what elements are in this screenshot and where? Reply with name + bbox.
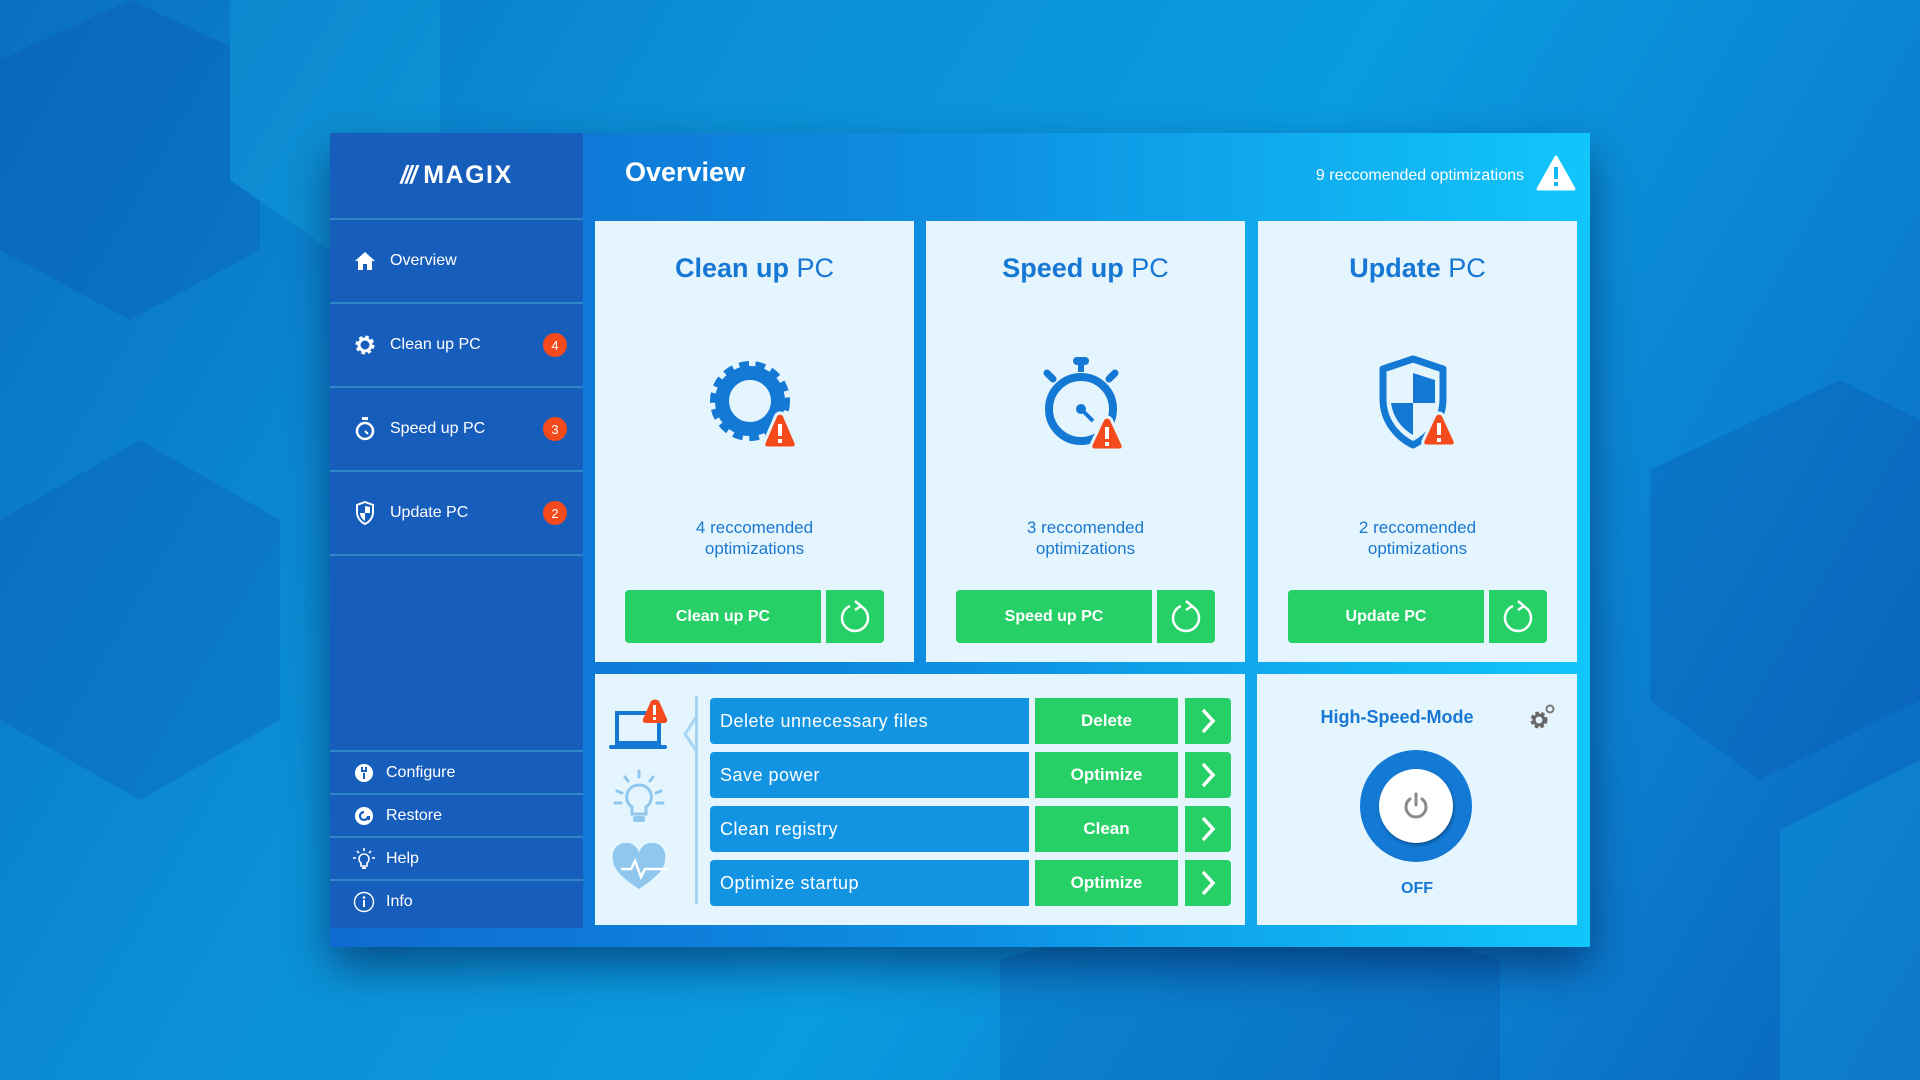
clean-up-card: Clean up PC 4 reccomended optimizations C… <box>595 221 914 662</box>
task-action-button[interactable]: Optimize <box>1035 752 1178 798</box>
sidebar-item-clean-up[interactable]: Clean up PC 4 <box>330 304 583 388</box>
chevron-right-icon <box>1201 708 1216 734</box>
sidebar: /// MAGIX Overview Clean up PC 4 Speed u… <box>330 133 583 928</box>
card-title: Update PC <box>1349 253 1486 283</box>
high-speed-mode-panel: High-Speed-Mode OFF <box>1257 674 1577 925</box>
quick-tasks-panel: Delete unnecessary files Delete Save pow… <box>595 674 1245 925</box>
refresh-button[interactable] <box>1489 590 1547 643</box>
lightbulb-icon <box>352 847 376 871</box>
task-details-button[interactable] <box>1185 860 1231 906</box>
refresh-button[interactable] <box>1157 590 1215 643</box>
task-action-button[interactable]: Clean <box>1035 806 1178 852</box>
lightbulb-icon <box>613 769 665 822</box>
speed-up-card: Speed up PC 3 reccomended optimizations S… <box>926 221 1245 662</box>
gears-icon <box>1530 704 1555 729</box>
high-speed-mode-title: High-Speed-Mode <box>1320 707 1474 727</box>
settings-button[interactable] <box>1527 702 1557 737</box>
page-title: Overview <box>625 157 746 187</box>
sidebar-item-label: Clean up PC <box>390 336 481 353</box>
count-badge: 2 <box>543 501 567 525</box>
recommendations-summary[interactable]: 9 reccomended optimizations <box>1316 155 1576 196</box>
sidebar-item-label: Help <box>386 849 419 867</box>
refresh-icon <box>1503 599 1533 632</box>
sidebar-item-info[interactable]: Info <box>330 879 583 922</box>
sidebar-item-update[interactable]: Update PC 2 <box>330 472 583 556</box>
card-title: Speed up PC <box>1002 253 1169 283</box>
task-details-button[interactable] <box>1185 698 1231 744</box>
task-action-button[interactable]: Delete <box>1035 698 1178 744</box>
sidebar-item-overview[interactable]: Overview <box>330 220 583 304</box>
task-label[interactable]: Save power <box>710 752 1029 798</box>
chevron-right-icon <box>1201 762 1216 788</box>
recommendations-count: 9 reccomended optimizations <box>1315 166 1524 184</box>
task-details-button[interactable] <box>1185 806 1231 852</box>
sidebar-item-help[interactable]: Help <box>330 836 583 879</box>
sidebar-item-restore[interactable]: Restore <box>330 793 583 836</box>
task-label[interactable]: Clean registry <box>710 806 1029 852</box>
restore-icon <box>352 804 376 828</box>
task-row: Clean registry Clean <box>710 806 1231 852</box>
sidebar-item-label: Configure <box>386 763 456 781</box>
sidebar-item-configure[interactable]: Configure <box>330 750 583 793</box>
stopwatch-alert-icon <box>1031 351 1141 461</box>
refresh-icon <box>1171 599 1201 632</box>
card-title: Clean up PC <box>674 253 835 283</box>
pointer-notch <box>683 715 699 753</box>
high-speed-mode-state: OFF <box>1401 880 1433 897</box>
task-label[interactable]: Optimize startup <box>710 860 1029 906</box>
logo-mark-icon: /// <box>400 161 417 189</box>
home-icon <box>352 248 378 274</box>
sidebar-item-label: Speed up PC <box>390 420 486 437</box>
count-badge: 3 <box>543 417 567 441</box>
shield-alert-icon <box>1363 351 1473 461</box>
stopwatch-icon <box>352 416 378 442</box>
speed-up-button[interactable]: Speed up PC <box>956 590 1152 643</box>
info-icon <box>352 890 376 914</box>
heart-health-icon <box>612 843 667 889</box>
count-badge: 4 <box>543 333 567 357</box>
card-description: 2 reccomended optimizations <box>1358 518 1477 558</box>
wrench-icon <box>352 761 376 785</box>
shield-icon <box>352 500 378 526</box>
update-button[interactable]: Update PC <box>1288 590 1484 643</box>
task-row: Optimize startup Optimize <box>710 860 1231 906</box>
task-category-icons <box>607 699 677 893</box>
sidebar-item-label: Info <box>386 892 413 910</box>
power-icon <box>1404 792 1428 819</box>
task-label[interactable]: Delete unnecessary files <box>710 698 1029 744</box>
task-row: Save power Optimize <box>710 752 1231 798</box>
sidebar-item-label: Overview <box>390 252 457 269</box>
app-window: /// MAGIX Overview Clean up PC 4 Speed u… <box>330 133 1590 947</box>
clean-up-button[interactable]: Clean up PC <box>625 590 821 643</box>
task-row: Delete unnecessary files Delete <box>710 698 1231 744</box>
sidebar-bottom-nav: Configure Restore Help Info <box>330 750 583 922</box>
task-action-button[interactable]: Optimize <box>1035 860 1178 906</box>
warning-icon <box>1536 155 1576 196</box>
update-card: Update PC 2 reccomended optimizations Upd… <box>1258 221 1577 662</box>
chevron-right-icon <box>1201 870 1216 896</box>
sidebar-item-label: Restore <box>386 806 443 824</box>
magix-logo: /// MAGIX <box>330 133 583 220</box>
sidebar-item-speed-up[interactable]: Speed up PC 3 <box>330 388 583 472</box>
card-description: 4 reccomended optimizations <box>695 518 814 558</box>
sidebar-item-label: Update PC <box>390 504 469 521</box>
power-toggle[interactable] <box>1360 750 1472 862</box>
refresh-icon <box>840 599 870 632</box>
gear-alert-icon <box>700 351 810 461</box>
gear-icon <box>352 332 378 358</box>
card-description: 3 reccomended optimizations <box>1026 518 1145 558</box>
task-details-button[interactable] <box>1185 752 1231 798</box>
laptop-alert-icon <box>609 699 668 749</box>
chevron-right-icon <box>1201 816 1216 842</box>
refresh-button[interactable] <box>826 590 884 643</box>
